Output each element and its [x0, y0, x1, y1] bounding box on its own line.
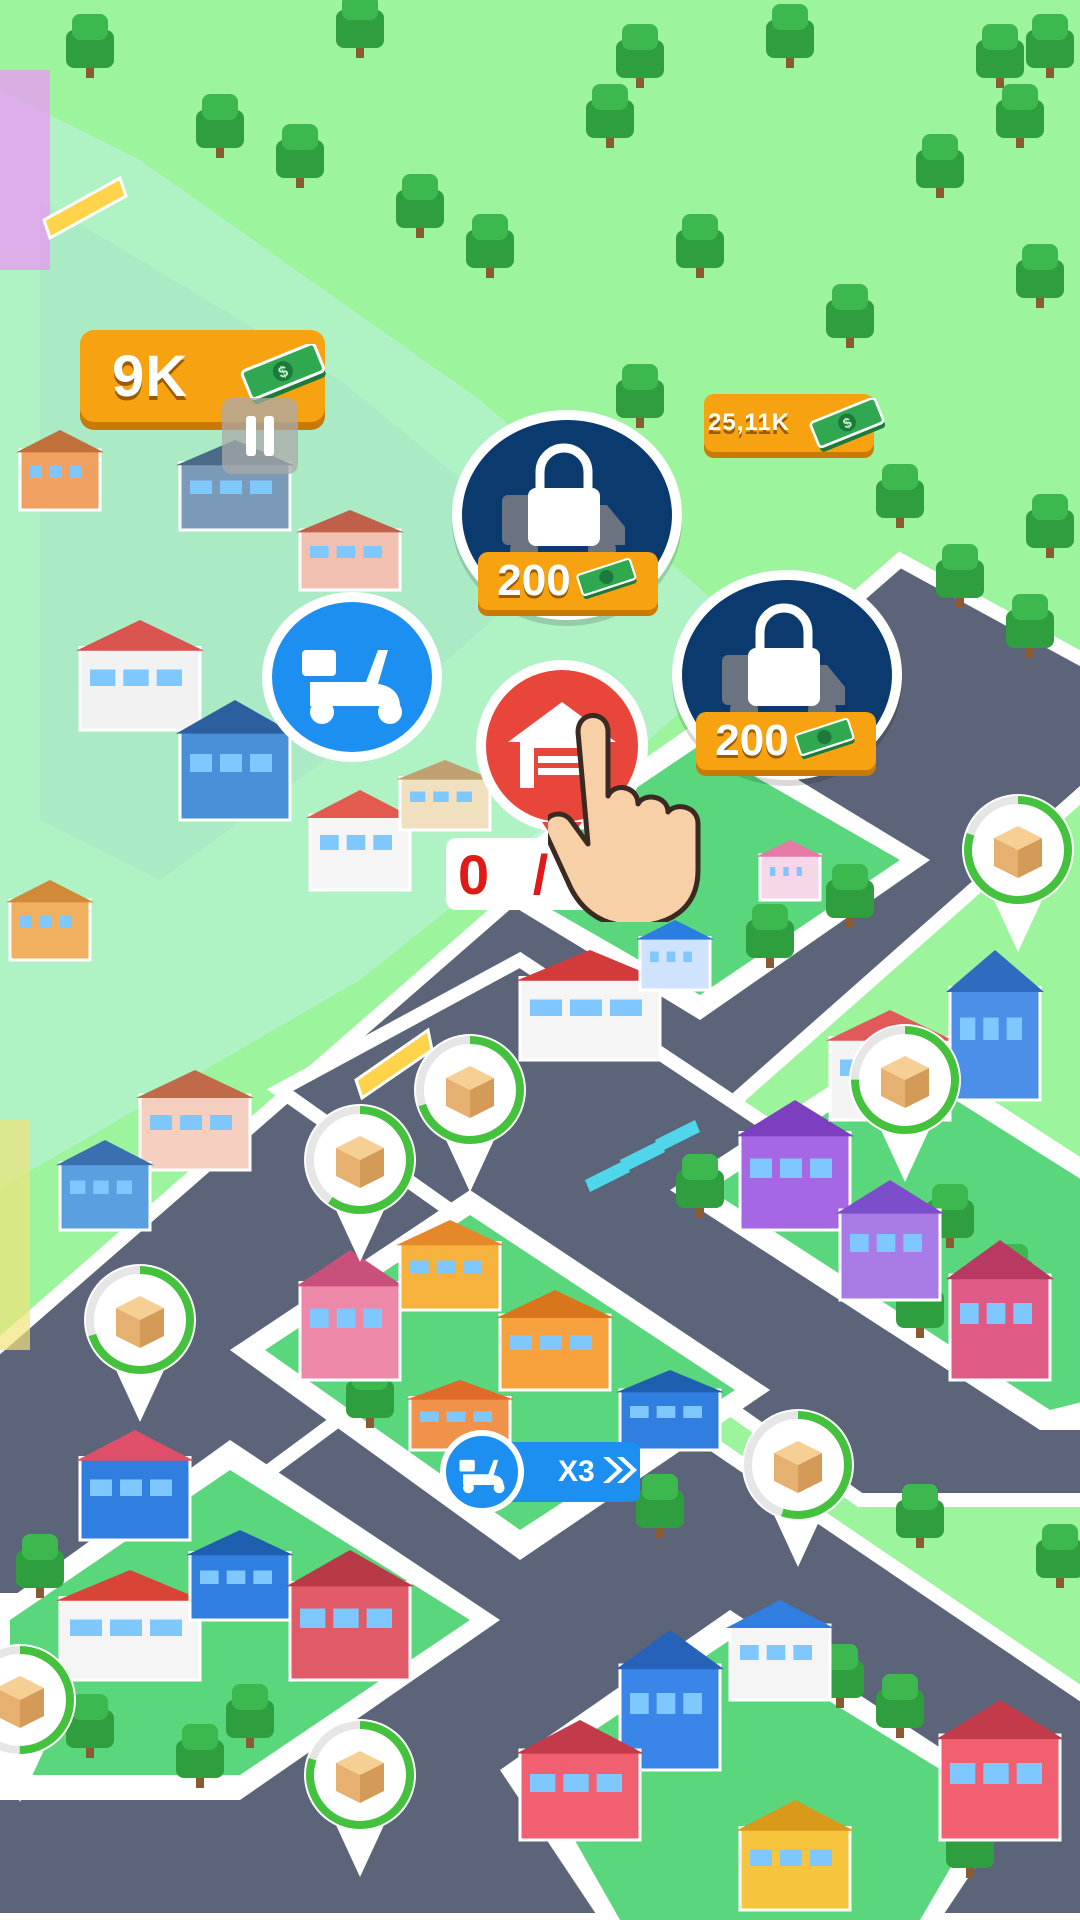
scooter-icon	[459, 1459, 505, 1494]
pause-button[interactable]	[222, 398, 298, 474]
delivery-box-pin[interactable]	[302, 1717, 418, 1887]
cash-stack-icon	[575, 557, 639, 606]
city-map	[0, 0, 1080, 1920]
unlock-price-1[interactable]: 200	[478, 552, 658, 610]
delivery-box-pin[interactable]	[847, 1022, 963, 1192]
package-icon	[0, 1644, 76, 1802]
package-icon	[414, 1034, 526, 1192]
scooter-icon	[302, 650, 402, 724]
package-icon	[304, 1104, 416, 1262]
package-icon	[304, 1719, 416, 1877]
delivery-box-pin[interactable]	[740, 1407, 856, 1577]
package-icon	[849, 1024, 961, 1182]
scooter-button[interactable]	[262, 592, 442, 762]
pause-icon	[246, 416, 274, 456]
delivery-box-pin[interactable]	[960, 792, 1076, 962]
earnings-amount: 25,11K	[708, 409, 791, 436]
fast-forward-icon	[601, 1455, 641, 1490]
cash-stack-icon: $	[808, 396, 888, 457]
money-amount: 9K	[112, 343, 189, 409]
delivery-box-pin[interactable]	[82, 1262, 198, 1432]
delivery-box-pin[interactable]	[0, 1642, 78, 1812]
earnings-badge: 25,11K $	[704, 394, 886, 452]
boost-scooter-badge	[440, 1430, 524, 1514]
garage-counter-text: 0 /	[458, 842, 563, 906]
cash-stack-icon	[793, 717, 857, 766]
boost-multiplier: X3	[558, 1455, 595, 1488]
speed-boost-button[interactable]: X3	[440, 1430, 642, 1514]
delivery-box-pin[interactable]	[412, 1032, 528, 1202]
package-icon	[742, 1409, 854, 1567]
delivery-box-pin[interactable]	[302, 1102, 418, 1272]
tutorial-hand-pointer	[541, 692, 748, 929]
package-icon	[962, 794, 1074, 952]
price-value: 200	[497, 556, 571, 605]
package-icon	[84, 1264, 196, 1422]
